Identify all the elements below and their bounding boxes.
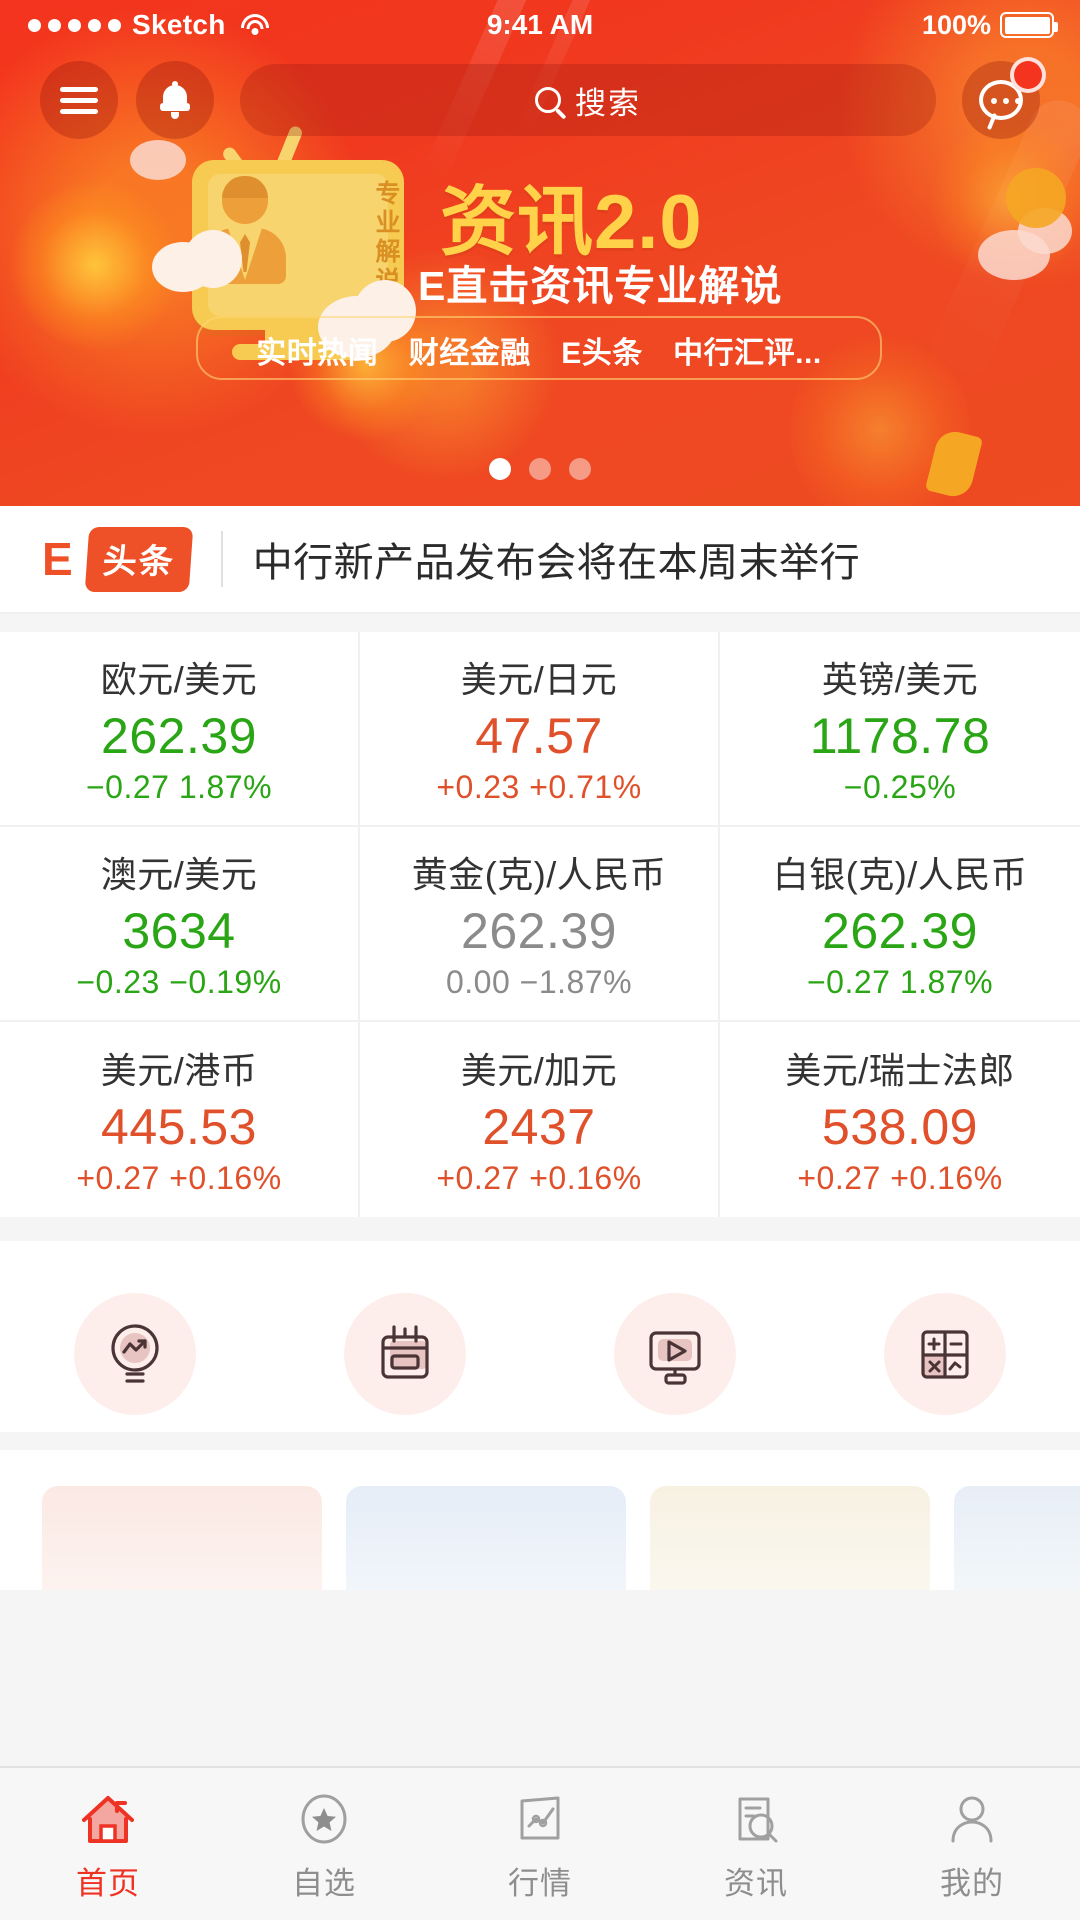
- banner-tag[interactable]: E头条: [561, 337, 643, 370]
- headline-badge: 头条: [84, 526, 193, 592]
- bottom-tab-bar: 首页 自选 行情 资讯 我的: [0, 1766, 1080, 1920]
- card-carousel[interactable]: [0, 1450, 1080, 1590]
- quote-change: +0.27 +0.16%: [797, 1160, 1003, 1196]
- app-root: Sketch 9:41 AM 100% 搜索 专业解说 资讯2.0 E直击资讯专…: [0, 0, 1080, 1920]
- pagination-dot[interactable]: [529, 458, 551, 480]
- battery-icon: [1000, 12, 1058, 38]
- quote-name: 欧元/美元: [100, 659, 258, 700]
- search-icon: [535, 87, 561, 113]
- headline-text[interactable]: 中行新产品发布会将在本周末举行: [253, 530, 861, 588]
- quote-price: 262.39: [101, 708, 257, 764]
- hamburger-menu-icon: [60, 81, 98, 120]
- illustration-text: 专业解说: [372, 180, 400, 296]
- search-placeholder: 搜索: [575, 85, 641, 121]
- quote-price: 538.09: [822, 1099, 978, 1155]
- calendar-icon: [344, 1293, 466, 1415]
- calculator-icon: [884, 1293, 1006, 1415]
- banner-pagination[interactable]: [0, 458, 1080, 480]
- quote-name: 美元/日元: [460, 659, 618, 700]
- quote-name: 英镑/美元: [821, 659, 979, 700]
- headline-bar[interactable]: E 头条 中行新产品发布会将在本周末举行: [0, 506, 1080, 614]
- banner-tag-list[interactable]: 实时热闻 财经金融 E头条 中行汇评...: [196, 316, 882, 380]
- quote-name: 美元/港币: [100, 1050, 258, 1091]
- quote-name: 白银(克)/人民币: [772, 854, 1028, 895]
- home-icon: [79, 1785, 137, 1847]
- quote-price: 262.39: [461, 903, 617, 959]
- quote-change: +0.27 +0.16%: [436, 1160, 642, 1196]
- tab-watchlist[interactable]: 自选: [216, 1785, 432, 1903]
- quote-cell[interactable]: 美元/加元 2437 +0.27 +0.16%: [360, 1022, 720, 1217]
- quote-price: 2437: [482, 1099, 596, 1155]
- quote-name: 美元/加元: [460, 1050, 618, 1091]
- trend-lightbulb-icon: [74, 1293, 196, 1415]
- quote-change: +0.23 +0.71%: [436, 769, 642, 805]
- star-circle-icon: [296, 1785, 352, 1847]
- divider: [220, 531, 223, 587]
- banner-tag[interactable]: 中行汇评...: [673, 337, 822, 370]
- quote-price: 3634: [122, 903, 236, 959]
- quote-cell[interactable]: 美元/港币 445.53 +0.27 +0.16%: [0, 1022, 360, 1217]
- tab-news[interactable]: 资讯: [648, 1785, 864, 1903]
- tab-label: 自选: [292, 1866, 356, 1901]
- carousel-card[interactable]: [346, 1486, 626, 1590]
- quote-change: +0.27 +0.16%: [76, 1160, 282, 1196]
- status-bar: Sketch 9:41 AM 100%: [0, 0, 1080, 50]
- notification-bell-icon: [160, 81, 190, 119]
- carousel-card[interactable]: [42, 1486, 322, 1590]
- chat-button[interactable]: [962, 57, 1046, 139]
- person-icon: [944, 1785, 1000, 1847]
- banner-tag[interactable]: 实时热闻: [256, 337, 378, 370]
- video-monitor-icon: [614, 1293, 736, 1415]
- quote-change: −0.23 −0.19%: [76, 964, 282, 1000]
- quote-price: 445.53: [101, 1099, 257, 1155]
- unread-badge: [1010, 57, 1046, 93]
- pagination-dot-active[interactable]: [489, 458, 511, 480]
- quote-name: 黄金(克)/人民币: [411, 854, 667, 895]
- quote-change: 0.00 −1.87%: [445, 964, 633, 1000]
- banner-tag[interactable]: 财经金融: [409, 337, 531, 370]
- tab-label: 资讯: [724, 1866, 788, 1901]
- tab-home[interactable]: 首页: [0, 1785, 216, 1903]
- quote-price: 1178.78: [809, 708, 991, 764]
- quote-price: 262.39: [822, 903, 978, 959]
- carousel-card[interactable]: [650, 1486, 930, 1590]
- quote-cell[interactable]: 美元/瑞士法郎 538.09 +0.27 +0.16%: [720, 1022, 1080, 1217]
- chart-icon: [512, 1785, 568, 1847]
- quote-price: 47.57: [475, 708, 603, 764]
- top-navigation: 搜索: [0, 56, 1080, 144]
- brand-letter: E: [42, 533, 73, 585]
- tab-label: 我的: [940, 1866, 1004, 1901]
- quote-grid: 欧元/美元 262.39 −0.27 1.87% 美元/日元 47.57 +0.…: [0, 632, 1080, 1217]
- tab-markets[interactable]: 行情: [432, 1785, 648, 1903]
- quote-cell[interactable]: 澳元/美元 3634 −0.23 −0.19%: [0, 827, 360, 1022]
- pagination-dot[interactable]: [569, 458, 591, 480]
- quote-cell[interactable]: 英镑/美元 1178.78 −0.25%: [720, 632, 1080, 827]
- quote-name: 美元/瑞士法郎: [785, 1050, 1015, 1091]
- quote-change: −0.25%: [843, 769, 957, 805]
- tab-label: 行情: [508, 1866, 572, 1901]
- quote-name: 澳元/美元: [100, 854, 258, 895]
- quote-cell[interactable]: 美元/日元 47.57 +0.23 +0.71%: [360, 632, 720, 827]
- quote-cell[interactable]: 黄金(克)/人民币 262.39 0.00 −1.87%: [360, 827, 720, 1022]
- banner-subtitle: E直击资讯专业解说: [418, 263, 783, 309]
- tab-label: 首页: [76, 1866, 140, 1901]
- quote-grid-section: 欧元/美元 262.39 −0.27 1.87% 美元/日元 47.57 +0.…: [0, 614, 1080, 1217]
- quote-change: −0.27 1.87%: [85, 769, 273, 805]
- decor-circle: [1006, 168, 1066, 228]
- tab-profile[interactable]: 我的: [864, 1785, 1080, 1903]
- quote-cell[interactable]: 欧元/美元 262.39 −0.27 1.87%: [0, 632, 360, 827]
- carousel-card[interactable]: [954, 1486, 1080, 1590]
- news-search-icon: [728, 1785, 784, 1847]
- notifications-button[interactable]: [136, 61, 214, 139]
- promo-banner[interactable]: Sketch 9:41 AM 100% 搜索 专业解说 资讯2.0 E直击资讯专…: [0, 0, 1080, 506]
- status-clock: 9:41 AM: [486, 9, 594, 40]
- hamburger-menu-button[interactable]: [40, 61, 118, 139]
- card-carousel-section: [0, 1432, 1080, 1590]
- quote-change: −0.27 1.87%: [806, 964, 994, 1000]
- search-input[interactable]: 搜索: [240, 64, 936, 136]
- quote-cell[interactable]: 白银(克)/人民币 262.39 −0.27 1.87%: [720, 827, 1080, 1022]
